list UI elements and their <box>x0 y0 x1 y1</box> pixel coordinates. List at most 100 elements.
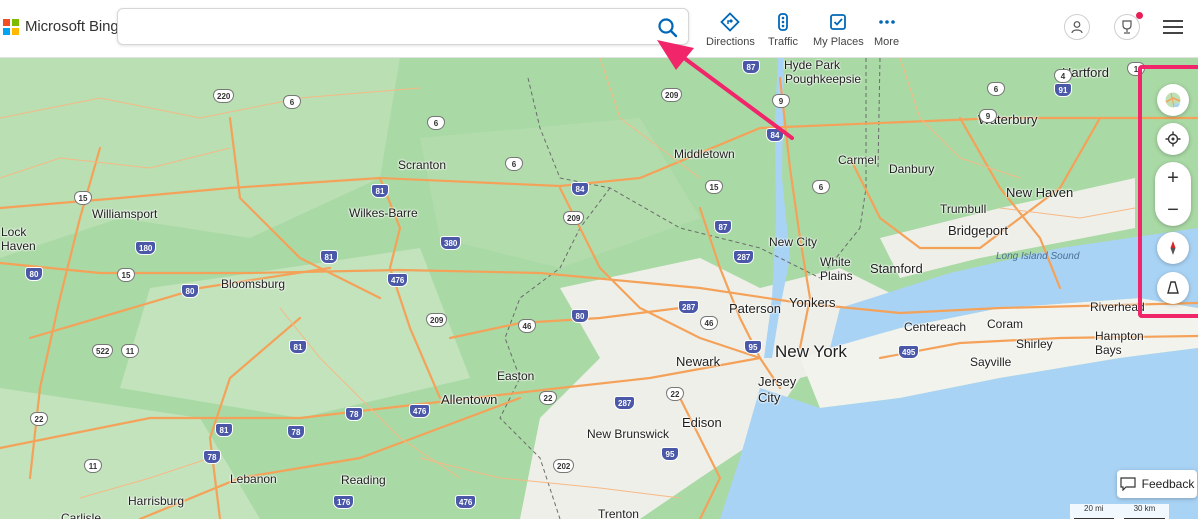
hamburger-icon <box>1163 20 1183 22</box>
route-shield: 84 <box>571 182 589 196</box>
place-label: Plains <box>820 269 853 283</box>
place-label: Riverhead <box>1090 300 1145 314</box>
route-shield: 495 <box>898 345 920 359</box>
route-shield: 476 <box>387 273 409 287</box>
route-shield: 209 <box>563 211 585 225</box>
nav-traffic[interactable]: Traffic <box>768 12 798 48</box>
logo-text: Microsoft Bing <box>25 18 119 35</box>
place-label: Middletown <box>674 147 735 161</box>
route-shield: 11 <box>84 459 102 473</box>
route-shield: 522 <box>92 344 114 358</box>
route-shield: 6 <box>987 82 1005 96</box>
search-input[interactable] <box>130 17 650 37</box>
nav-traffic-label: Traffic <box>768 36 798 48</box>
place-label: Lebanon <box>230 472 277 486</box>
directions-icon <box>720 12 741 32</box>
route-shield: 380 <box>440 236 462 250</box>
locate-me-button[interactable] <box>1157 123 1189 155</box>
route-shield: 22 <box>30 412 48 426</box>
route-shield: 80 <box>25 267 43 281</box>
place-label: New City <box>769 235 818 249</box>
place-label: Bays <box>1095 343 1122 357</box>
route-shield: 84 <box>766 128 784 142</box>
route-shield: 80 <box>571 309 589 323</box>
place-label: Easton <box>497 369 535 383</box>
place-label: New Haven <box>1006 185 1074 200</box>
menu-button[interactable] <box>1163 18 1183 36</box>
nav-more[interactable]: More <box>874 12 899 48</box>
scale-km: 30 km <box>1123 504 1166 519</box>
rewards-button[interactable] <box>1114 12 1143 40</box>
route-shield: 15 <box>74 191 92 205</box>
place-label: Harrisburg <box>128 494 185 508</box>
route-shield: 209 <box>426 313 448 327</box>
route-shield: 180 <box>135 241 157 255</box>
place-label: New York <box>775 342 847 361</box>
place-label: White <box>820 255 851 269</box>
place-label: New Brunswick <box>587 427 670 441</box>
traffic-icon <box>778 13 788 31</box>
trophy-icon <box>1122 20 1132 34</box>
nav-my-places-label: My Places <box>813 36 864 48</box>
route-shield: 78 <box>287 425 305 439</box>
route-shield: 81 <box>371 184 389 198</box>
notification-dot <box>1136 12 1143 19</box>
route-shield: 81 <box>215 423 233 437</box>
route-shield: 11 <box>121 344 139 358</box>
route-shield: 46 <box>700 316 718 330</box>
tilt-button[interactable] <box>1157 272 1189 304</box>
bing-maps-app: Microsoft Bing Directions Traffic My Pla… <box>0 0 1198 519</box>
user-icon <box>1071 21 1083 34</box>
route-shield: 46 <box>518 319 536 333</box>
nav-directions[interactable]: Directions <box>706 12 755 48</box>
search-box <box>117 8 689 45</box>
place-label: Hyde Park <box>784 58 841 72</box>
place-label: Coram <box>987 317 1024 331</box>
route-shield: 476 <box>455 495 477 509</box>
route-shield: 287 <box>614 396 636 410</box>
place-label: Reading <box>341 473 386 487</box>
route-shield: 176 <box>333 495 355 509</box>
route-shield: 78 <box>203 450 221 464</box>
route-shield: 6 <box>283 95 301 109</box>
water-label: Long Island Sound <box>996 251 1080 262</box>
place-label: Trenton <box>598 507 639 519</box>
place-label: Allentown <box>441 392 498 407</box>
scale-mi: 20 mi <box>1074 504 1114 519</box>
place-label: Stamford <box>870 261 923 276</box>
map-canvas[interactable]: Hyde Park Poughkeepsie Hartford Scranton… <box>0 58 1198 519</box>
route-shield: 15 <box>705 180 723 194</box>
route-shield: 81 <box>289 340 307 354</box>
route-shield: 22 <box>539 391 557 405</box>
route-shield: 91 <box>1054 83 1072 97</box>
place-label: Carmel <box>838 153 877 167</box>
route-shield: 287 <box>733 250 755 264</box>
search-button[interactable] <box>656 16 680 40</box>
account-button[interactable] <box>1064 14 1090 40</box>
compass-button[interactable] <box>1157 232 1189 264</box>
place-label: Williamsport <box>92 207 158 221</box>
more-icon <box>878 20 895 24</box>
place-label: Sayville <box>970 355 1012 369</box>
place-label: Hampton <box>1095 329 1144 343</box>
feedback-button[interactable]: Feedback <box>1117 470 1197 498</box>
route-shield: 287 <box>678 300 700 314</box>
tilt-icon <box>1167 281 1179 294</box>
place-label: Shirley <box>1016 337 1053 351</box>
map-style-button[interactable] <box>1157 84 1189 116</box>
route-shield: 81 <box>320 250 338 264</box>
route-shield: 476 <box>409 404 431 418</box>
route-shield: 9 <box>979 109 997 123</box>
place-label: Lock <box>1 225 27 239</box>
place-label: Edison <box>682 415 722 430</box>
route-shield: 209 <box>661 88 683 102</box>
route-shield: 95 <box>744 340 762 354</box>
bing-logo[interactable]: Microsoft Bing <box>3 18 119 35</box>
compass-icon <box>1170 241 1176 255</box>
place-label: City <box>758 390 781 405</box>
place-label: Bridgeport <box>948 223 1008 238</box>
zoom-out-button[interactable]: − <box>1155 194 1191 226</box>
place-label: Centereach <box>904 320 967 334</box>
nav-my-places[interactable]: My Places <box>813 12 864 48</box>
zoom-in-button[interactable]: + <box>1155 162 1191 194</box>
